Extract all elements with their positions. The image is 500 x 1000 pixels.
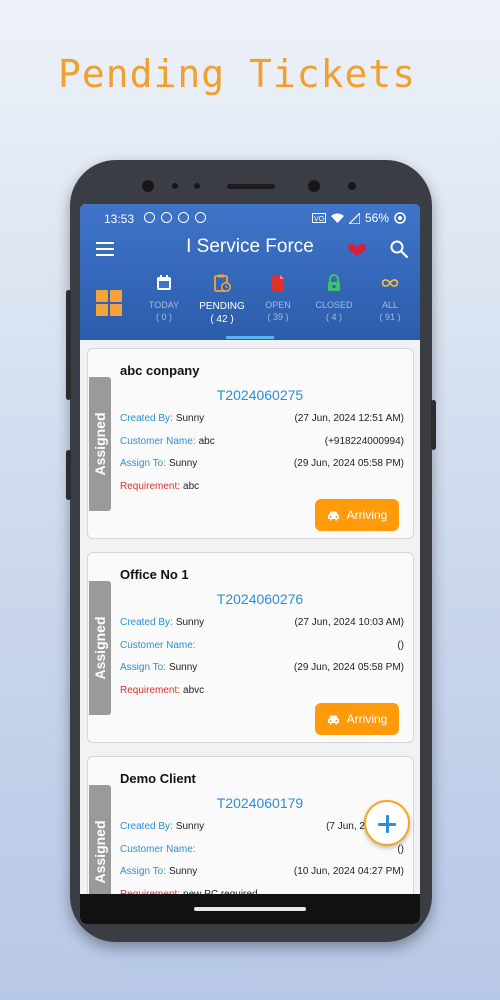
add-ticket-button[interactable] [364, 800, 410, 846]
created-by-row: Created By: Sunny (27 Jun, 2024 12:51 AM) [120, 413, 404, 424]
status-time: 13:53 [104, 212, 135, 226]
customer-phone: (+918224000994) [324, 436, 404, 447]
heart-icon[interactable] [348, 244, 366, 256]
company-name: Demo Client [120, 771, 196, 786]
ticket-id[interactable]: T2024060276 [120, 591, 400, 607]
tab-label: CLOSED [315, 300, 353, 310]
active-tab-indicator [226, 336, 274, 339]
phone-frame: 13:53 VO 56% I Service Force TODAY (0)… [66, 160, 436, 942]
assign-row: Assign To: Sunny (29 Jun, 2024 05:58 PM) [120, 662, 404, 673]
ticket-card[interactable]: Assigned abc conpany T2024060275 Created… [87, 348, 414, 539]
chat-notification-icon [144, 212, 155, 223]
car-icon [327, 511, 339, 520]
wifi-icon [330, 213, 344, 223]
tab-all[interactable]: ALL ( 91 ) [362, 274, 418, 322]
front-camera [308, 180, 320, 192]
clipboard-clock-icon [214, 274, 231, 292]
customer-row: Customer Name: abc (+918224000994) [120, 436, 404, 447]
phone-screen: 13:53 VO 56% I Service Force TODAY (0)… [80, 204, 420, 924]
company-name: abc conpany [120, 363, 200, 378]
tab-count: ( 39 ) [267, 312, 289, 322]
calendar-icon [157, 275, 171, 290]
arriving-button[interactable]: Arriving [315, 703, 399, 735]
lock-icon [328, 274, 340, 291]
tab-open[interactable]: OPEN ( 39 ) [250, 274, 306, 322]
promo-headline: Pending Tickets [58, 52, 417, 96]
title-bar: I Service Force [80, 232, 420, 266]
assign-date: (29 Jun, 2024 05:58 PM) [293, 458, 404, 469]
tab-count: ( 4 ) [325, 312, 342, 322]
requirement-row: Requirement: abc [120, 481, 200, 492]
assign-date: (10 Jun, 2024 04:27 PM) [293, 866, 404, 877]
assign-row: Assign To: Sunny (29 Jun, 2024 05:58 PM) [120, 458, 404, 469]
tab-label: TODAY [148, 300, 180, 310]
customer-phone: () [397, 844, 404, 855]
sensor [348, 182, 356, 190]
status-tag: Assigned [89, 377, 111, 511]
signal-icon [348, 212, 360, 224]
company-name: Office No 1 [120, 567, 189, 582]
infinity-icon [381, 279, 399, 287]
phone-volume-button [66, 290, 71, 400]
requirement-row: Requirement: abvc [120, 685, 205, 696]
search-icon[interactable] [390, 240, 408, 258]
customer-row: Customer Name: () [120, 640, 404, 651]
tab-label: OPEN [265, 300, 291, 310]
tab-label: PENDING [199, 301, 245, 312]
phone-side-button [66, 450, 71, 500]
arriving-button[interactable]: Arriving [315, 499, 399, 531]
sensor [194, 183, 200, 189]
customer-phone: () [397, 640, 404, 651]
facebook-notification-icon [178, 212, 189, 223]
created-date: (27 Jun, 2024 12:51 AM) [294, 413, 404, 424]
front-camera [142, 180, 154, 192]
car-icon [327, 715, 339, 724]
phone-power-button [431, 400, 436, 450]
earpiece-speaker [227, 184, 275, 189]
home-gesture-bar[interactable] [194, 907, 306, 911]
app-title: I Service Force [186, 236, 314, 257]
tab-count: ( 91 ) [379, 312, 401, 322]
notification-icons [144, 212, 206, 223]
created-by-row: Created By: Sunny (7 Jun, 2024 1 [120, 821, 390, 832]
created-by-row: Created By: Sunny (27 Jun, 2024 10:03 AM) [120, 617, 404, 628]
customer-row: Customer Name: () [120, 844, 404, 855]
status-indicators: VO 56% [311, 211, 406, 225]
tab-closed[interactable]: CLOSED ( 4 ) [306, 274, 362, 322]
ticket-card[interactable]: Assigned Office No 1 T2024060276 Created… [87, 552, 414, 743]
tab-today[interactable]: TODAY ( 0 ) [136, 274, 192, 322]
created-date: (27 Jun, 2024 10:03 AM) [294, 617, 404, 628]
status-tag: Assigned [89, 581, 111, 715]
tab-label: ALL [381, 300, 398, 310]
tab-pending[interactable]: PENDING ( 42 ) [194, 274, 250, 325]
assign-date: (29 Jun, 2024 05:58 PM) [293, 662, 404, 673]
battery-icon [394, 212, 406, 224]
phone-top-bezel [70, 160, 432, 204]
status-bar: 13:53 VO 56% [80, 204, 420, 232]
battery-percent: 56% [364, 211, 389, 225]
ticket-id[interactable]: T2024060179 [120, 795, 400, 811]
dashboard-icon[interactable] [96, 290, 122, 316]
ticket-id[interactable]: T2024060275 [120, 387, 400, 403]
pinterest-notification-icon [161, 212, 172, 223]
volte-icon: VO [311, 213, 326, 223]
app-header: 13:53 VO 56% I Service Force TODAY (0)… [80, 204, 420, 340]
system-nav-bar [80, 894, 420, 924]
status-tabs: TODAY ( 0 ) PENDING ( 42 ) OPEN (39) C… [80, 270, 420, 340]
svg-text:VO: VO [314, 216, 325, 223]
open-ticket-icon [272, 275, 284, 291]
tab-count: ( 0 ) [155, 312, 172, 322]
sensor [172, 183, 178, 189]
app-notification-icon [195, 212, 206, 223]
assign-row: Assign To: Sunny (10 Jun, 2024 04:27 PM) [120, 866, 404, 877]
tab-count: ( 42 ) [210, 314, 234, 325]
